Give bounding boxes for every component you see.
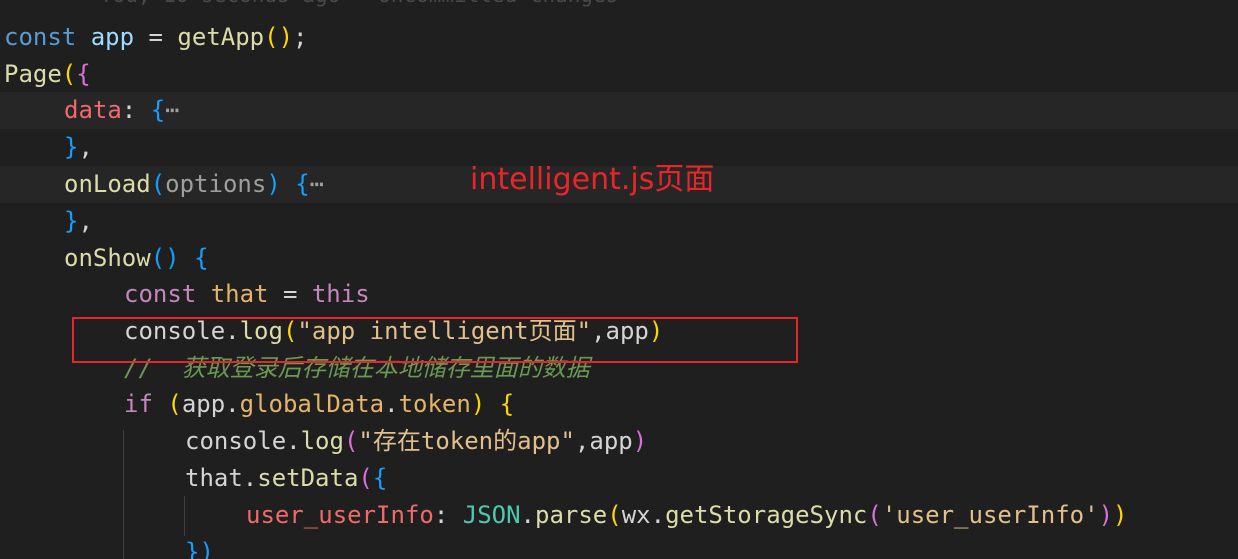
class-name: JSON (462, 501, 521, 529)
function-name: onShow (64, 244, 151, 272)
comma: , (574, 427, 590, 455)
paren: ) (266, 170, 281, 198)
variable: app (90, 23, 135, 51)
brace: }) (185, 538, 214, 559)
dot: . (650, 501, 666, 529)
brace: { (499, 390, 515, 418)
function-name: getApp (177, 23, 265, 51)
colon: : (433, 501, 449, 529)
code-line-6[interactable]: }, (0, 203, 1238, 240)
object: console (185, 427, 287, 455)
keyword: if (124, 390, 153, 418)
object: app (181, 390, 226, 418)
object: that (185, 464, 243, 492)
parameter: options (165, 170, 267, 198)
paren: ( (343, 427, 359, 455)
object: wx (621, 501, 651, 529)
code-line-14[interactable]: user_userInfo: JSON.parse(wx.getStorageS… (0, 497, 1238, 534)
code-line-13[interactable]: that.setData({ (0, 460, 1238, 497)
paren: ) (470, 390, 486, 418)
operator: = (148, 23, 163, 51)
code-editor[interactable]: You, 10 seconds ago • Uncommitted change… (0, 0, 1238, 559)
paren: ) (632, 427, 648, 455)
code-line-7[interactable]: onShow() { (0, 240, 1238, 277)
code-line-12[interactable]: console.log("存在token的app",app) (0, 423, 1238, 460)
paren: ( (167, 390, 182, 418)
paren: ) (1113, 501, 1128, 529)
method-name: log (300, 427, 344, 455)
property: globalData (239, 390, 385, 418)
keyword: const (124, 280, 197, 308)
property: user_userInfo (246, 501, 434, 529)
annotation-label: intelligent.js页面 (470, 162, 715, 197)
brace: } (64, 133, 79, 161)
paren: ( (358, 464, 373, 492)
code-line-8[interactable]: const that = this (0, 276, 1238, 313)
code-line-15[interactable]: }) (0, 534, 1238, 559)
variable: that (210, 280, 269, 308)
fold-ellipsis-icon[interactable]: ⋯ (310, 170, 324, 198)
paren: ( (607, 501, 622, 529)
method-name: getStorageSync (665, 501, 868, 529)
brace: { (150, 96, 166, 124)
brace: { (194, 244, 209, 272)
colon: : (121, 96, 137, 124)
paren: () (150, 244, 180, 272)
string-literal: "存在token的app" (358, 427, 575, 455)
paren: ( (61, 60, 77, 88)
comma: , (78, 207, 93, 235)
git-blame-annotation: You, 10 seconds ago • Uncommitted change… (100, 0, 618, 10)
dot: . (242, 464, 258, 492)
paren: ( (867, 501, 882, 529)
fold-ellipsis-icon[interactable]: ⋯ (165, 96, 179, 124)
brace: { (76, 60, 91, 88)
semicolon: ; (293, 23, 308, 51)
paren: ( (264, 23, 279, 51)
keyword: const (4, 23, 77, 51)
property: token (398, 390, 471, 418)
dot: . (384, 390, 399, 418)
method-name: setData (257, 464, 359, 492)
operator: = (282, 280, 298, 308)
code-line-3[interactable]: data: {⋯ (0, 92, 1238, 129)
dot: . (286, 427, 301, 455)
highlight-box (72, 317, 798, 363)
keyword-this: this (311, 280, 370, 308)
argument: app (589, 427, 633, 455)
code-line-11[interactable]: if (app.globalData.token) { (0, 386, 1238, 423)
comma: , (78, 133, 93, 161)
function-name: Page (4, 60, 62, 88)
brace: { (372, 464, 388, 492)
paren: ) (1098, 501, 1114, 529)
code-line-2[interactable]: Page({ (0, 56, 1238, 93)
dot: . (225, 390, 240, 418)
brace: { (295, 170, 310, 198)
code-line-1[interactable]: const app = getApp(); (0, 19, 1238, 56)
function-name: onLoad (64, 170, 151, 198)
brace: } (64, 207, 79, 235)
string-literal: 'user_userInfo' (881, 501, 1099, 529)
dot: . (520, 501, 535, 529)
paren: ) (278, 23, 294, 51)
property: data (64, 96, 122, 124)
method-name: parse (535, 501, 608, 529)
paren: ( (150, 170, 166, 198)
